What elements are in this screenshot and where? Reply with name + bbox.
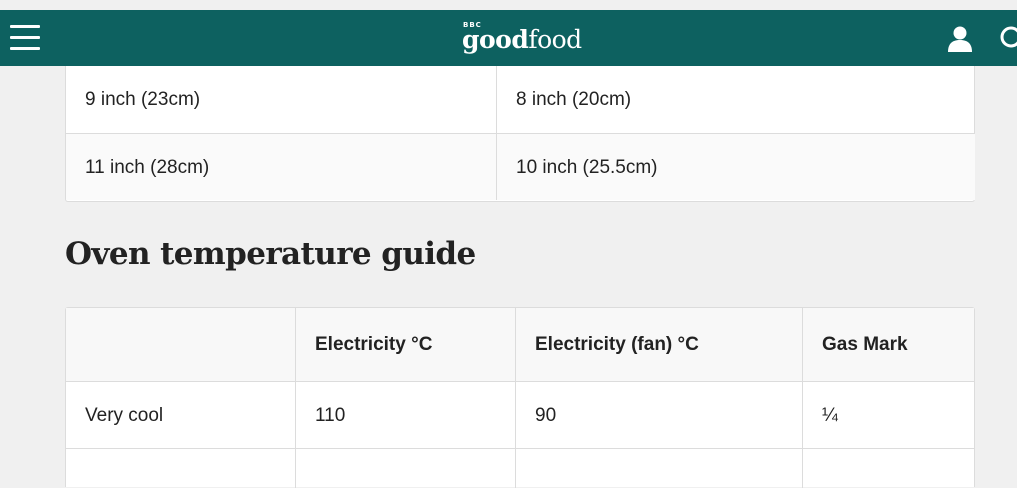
table-cell: 90 (535, 404, 557, 426)
tin-size-table: 9 inch (23cm) 8 inch (20cm) 11 inch (28c… (65, 66, 975, 202)
table-cell: Very cool (85, 404, 164, 426)
logo-good: good (462, 25, 529, 54)
column-header-electricity: Electricity °C (315, 334, 433, 355)
top-nav-bar: BBC goodfood (0, 10, 1017, 66)
table-cell: 10 inch (25.5cm) (497, 134, 975, 200)
row-divider (66, 448, 974, 449)
section-heading-oven-temperature: Oven temperature guide (65, 236, 476, 272)
table-cell: 11 inch (28cm) (66, 134, 496, 200)
hamburger-menu-icon[interactable] (10, 24, 40, 52)
table-cell: ¼ (822, 404, 838, 426)
table-cell: 8 inch (20cm) (516, 89, 632, 110)
column-header-gas-mark: Gas Mark (822, 334, 908, 355)
table-cell: 110 (315, 404, 346, 426)
oven-temperature-table: Electricity °C Electricity (fan) °C Gas … (65, 307, 975, 488)
user-icon[interactable] (945, 25, 975, 53)
column-header (66, 308, 295, 381)
column-header-electricity-fan: Electricity (fan) °C (535, 334, 699, 355)
logo-wordmark: goodfood (462, 25, 582, 55)
logo-food: food (528, 25, 582, 54)
table-cell: 9 inch (23cm) (85, 89, 201, 110)
search-icon[interactable] (998, 24, 1017, 52)
